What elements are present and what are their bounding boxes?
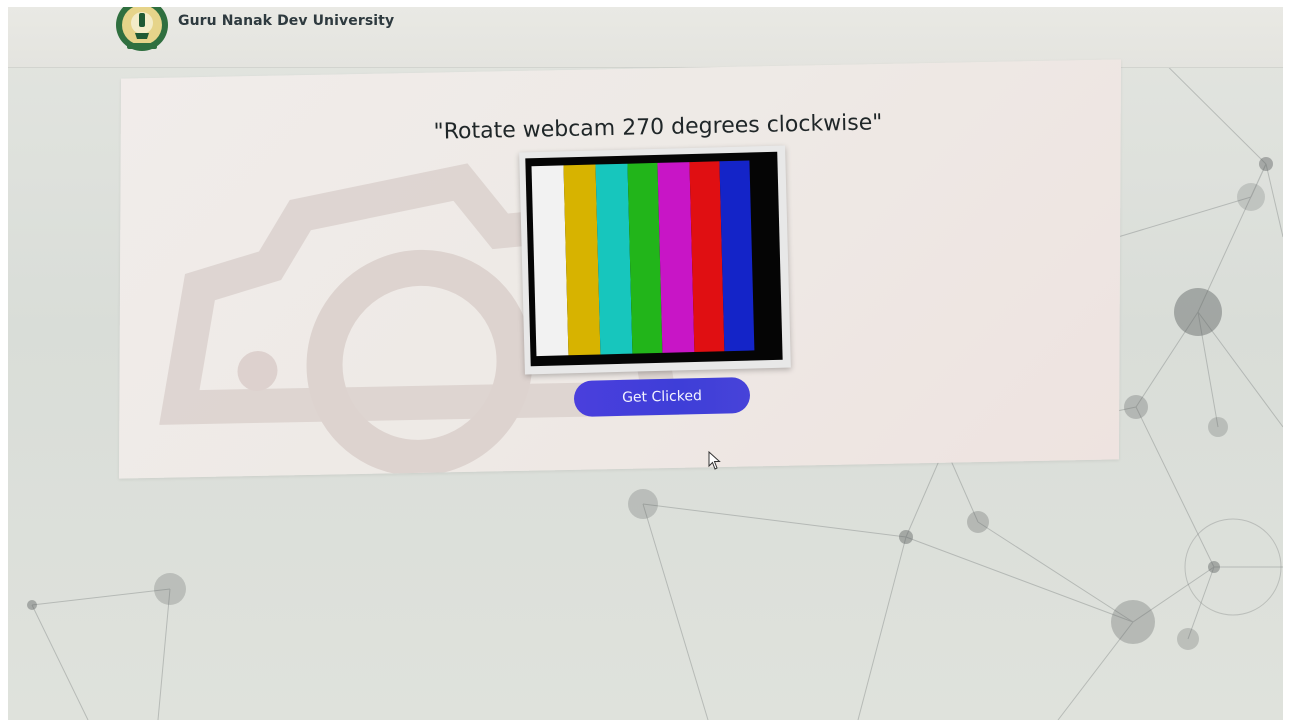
captcha-image: [519, 145, 791, 375]
color-bar: [657, 162, 695, 353]
color-bar: [563, 164, 601, 356]
color-bars-test-pattern-icon: [525, 151, 783, 367]
color-bar: [719, 160, 755, 352]
get-clicked-button[interactable]: Get Clicked: [573, 377, 751, 417]
screen: Guru Nanak Dev University "Rotate webcam…: [8, 7, 1283, 720]
bezel-edge: [1283, 0, 1290, 720]
color-bar: [627, 162, 663, 354]
site-header: Guru Nanak Dev University: [8, 7, 1283, 68]
color-bar: [531, 165, 569, 357]
color-bar: [595, 163, 633, 355]
mouse-pointer-icon: [708, 451, 721, 470]
color-bar: [689, 161, 725, 352]
site-title[interactable]: Guru Nanak Dev University: [178, 13, 394, 29]
university-emblem-icon[interactable]: [113, 7, 171, 55]
